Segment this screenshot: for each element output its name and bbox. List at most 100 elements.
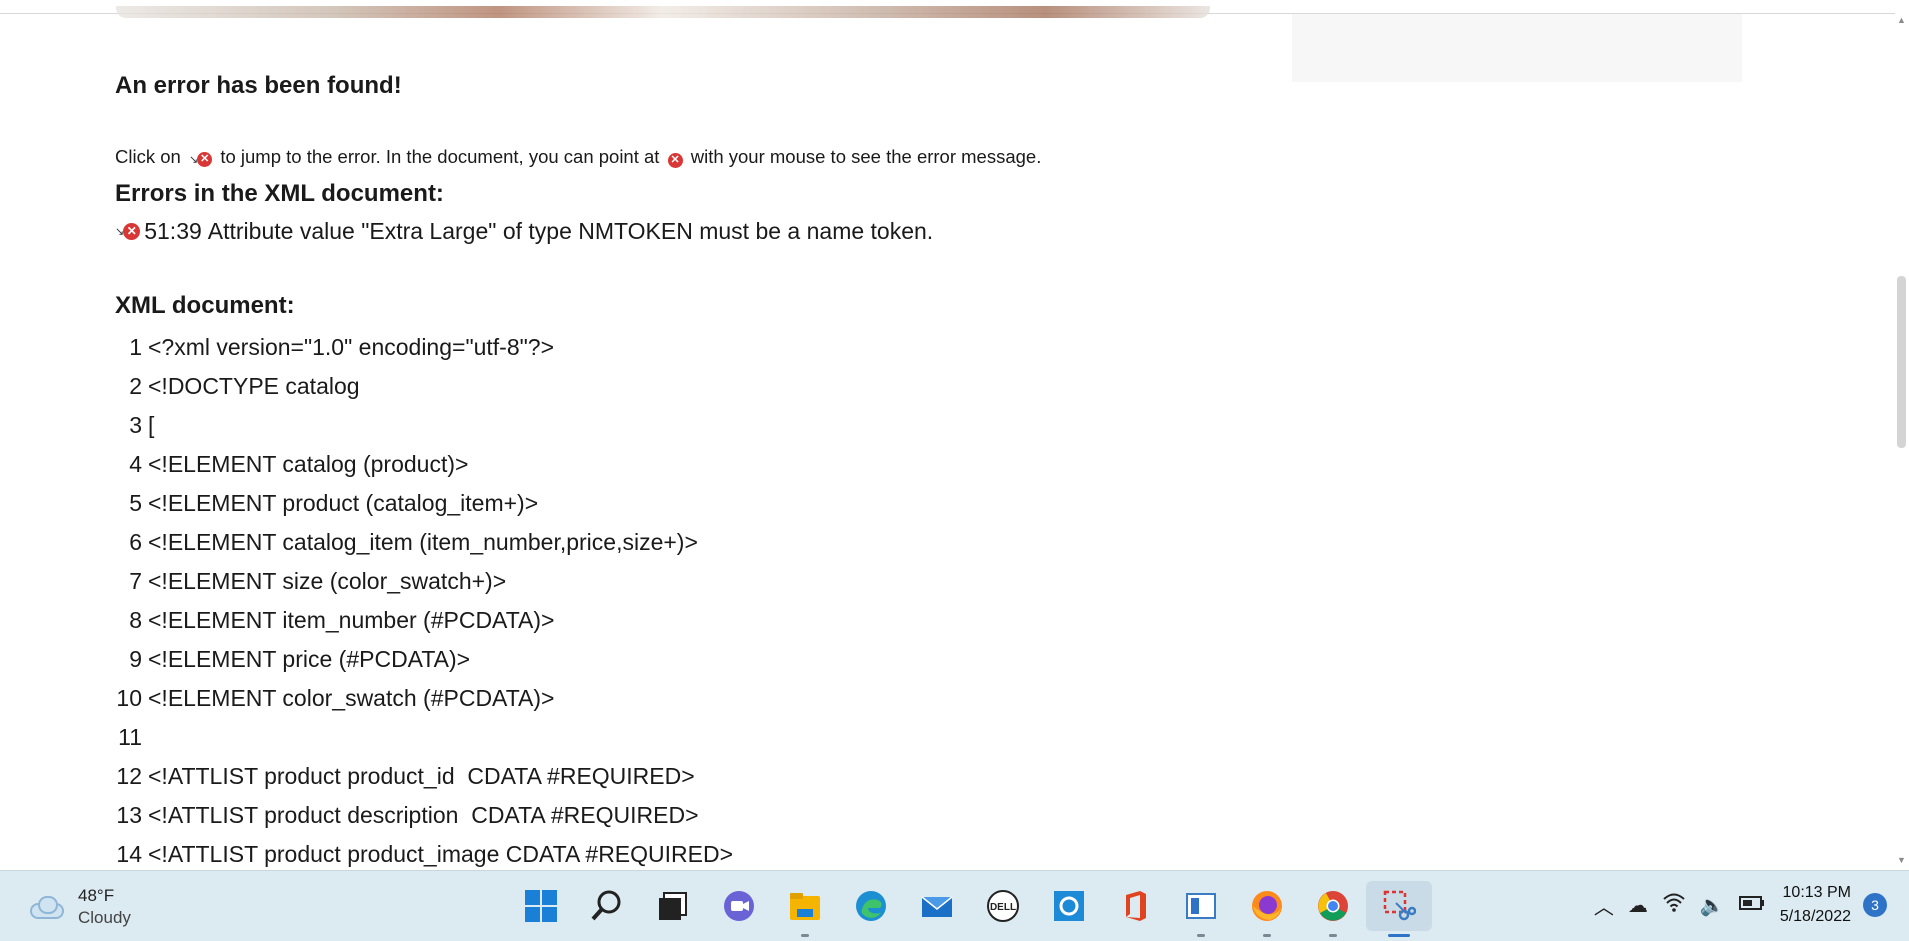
file-explorer-icon [786, 887, 824, 925]
line-number: 13 [116, 802, 142, 828]
wifi-icon[interactable] [1662, 892, 1686, 918]
start-button[interactable] [508, 881, 574, 931]
line-number: 7 [129, 568, 142, 594]
weather-condition: Cloudy [78, 908, 131, 927]
error-message: Attribute value "Extra Large" of type NM… [207, 218, 934, 244]
line-text: <!ATTLIST product description CDATA #REQ… [148, 802, 699, 828]
hint-text: Click on ↘ ✕ to jump to the error. In the… [115, 146, 1042, 168]
search-button[interactable] [574, 881, 640, 931]
line-text: <!ELEMENT price (#PCDATA)> [148, 646, 471, 672]
scroll-thumb[interactable] [1897, 276, 1906, 448]
code-line: 14 <!ATTLIST product product_image CDATA … [115, 835, 733, 874]
code-line: 8 <!ELEMENT item_number (#PCDATA)> [115, 601, 733, 640]
notification-badge[interactable]: 3 [1863, 893, 1887, 917]
office-button[interactable] [1102, 881, 1168, 931]
start-icon [522, 887, 560, 925]
line-number: 9 [129, 646, 142, 672]
scroll-down-arrow-icon[interactable]: ▼ [1897, 856, 1906, 865]
code-line: 3[ [115, 406, 733, 445]
code-line: 2 <!DOCTYPE catalog [115, 367, 733, 406]
cloud-icon [28, 895, 66, 919]
error-entry: ↘ ✕ 51:39 Attribute value "Extra Large" o… [115, 218, 933, 245]
line-number: 14 [116, 841, 142, 867]
show-hidden-icons-chevron-icon[interactable]: ︿ [1594, 891, 1614, 920]
line-number: 8 [129, 607, 142, 633]
line-number: 5 [129, 490, 142, 516]
line-number: 1 [129, 334, 142, 360]
line-text: <?xml version="1.0" encoding="utf-8"?> [148, 334, 555, 360]
firefox-button[interactable] [1234, 881, 1300, 937]
line-text: <!ELEMENT catalog_item (item_number,pric… [148, 529, 698, 555]
xml-document-heading: XML document: [115, 292, 295, 319]
line-number: 12 [116, 763, 142, 789]
notepad-button[interactable] [1168, 881, 1234, 937]
code-line: 10 <!ELEMENT color_swatch (#PCDATA)> [115, 679, 733, 718]
cortana-button[interactable] [1036, 881, 1102, 931]
weather-widget[interactable]: 48°F Cloudy [28, 885, 131, 929]
code-line: 12 <!ATTLIST product product_id CDATA #RE… [115, 757, 733, 796]
dell-icon: DELL [984, 887, 1022, 925]
line-text: <!ATTLIST product product_id CDATA #REQU… [148, 763, 695, 789]
weather-temperature: 48°F [78, 886, 115, 905]
chrome-button[interactable] [1300, 881, 1366, 937]
line-number: 4 [129, 451, 142, 477]
error-location: 51:39 [144, 218, 202, 244]
snipping-tool-button[interactable] [1366, 881, 1432, 937]
line-text: <!ELEMENT item_number (#PCDATA)> [148, 607, 555, 633]
line-number: 2 [129, 373, 142, 399]
line-text: <!ELEMENT color_swatch (#PCDATA)> [148, 685, 555, 711]
cortana-icon [1050, 887, 1088, 925]
task-view-icon [654, 887, 692, 925]
clock[interactable]: 10:13 PM 5/18/2022 [1780, 881, 1851, 929]
error-x-icon: ✕ [667, 153, 683, 168]
vertical-scrollbar[interactable]: ▲ ▼ [1895, 14, 1909, 870]
chrome-icon [1314, 887, 1352, 925]
svg-text:DELL: DELL [990, 902, 1016, 913]
line-number: 11 [118, 724, 142, 750]
line-text: <!ATTLIST product product_image CDATA #R… [148, 841, 734, 867]
taskbar: 48°F Cloudy DELL ︿ ☁ 🔈 10:13 PM 5/18/202… [0, 870, 1909, 941]
task-view-button[interactable] [640, 881, 706, 931]
line-number: 3 [129, 412, 142, 438]
teams-chat-icon [720, 887, 758, 925]
code-line: 11 [115, 718, 733, 757]
battery-icon[interactable] [1738, 894, 1765, 917]
office-icon [1116, 887, 1154, 925]
mail-button[interactable] [904, 881, 970, 931]
notepad-icon [1182, 887, 1220, 925]
xml-code-listing: 1 <?xml version="1.0" encoding="utf-8"?> 2… [115, 328, 733, 874]
line-text: <!ELEMENT product (catalog_item+)> [148, 490, 539, 516]
line-text: [ [148, 412, 155, 438]
file-explorer-button[interactable] [772, 881, 838, 937]
code-line: 13 <!ATTLIST product description CDATA #R… [115, 796, 733, 835]
snipping-tool-icon [1380, 887, 1418, 925]
onedrive-warning-icon[interactable]: ☁ [1628, 893, 1648, 918]
line-number: 6 [129, 529, 142, 555]
code-line: 5 <!ELEMENT product (catalog_item+)> [115, 484, 733, 523]
line-text: <!ELEMENT size (color_swatch+)> [148, 568, 507, 594]
edge-button[interactable] [838, 881, 904, 931]
volume-icon[interactable]: 🔈 [1700, 893, 1725, 918]
line-number: 10 [116, 685, 142, 711]
line-text: <!ELEMENT catalog (product)> [148, 451, 469, 477]
system-tray: ︿ ☁ 🔈 10:13 PM 5/18/2022 3 [1587, 881, 1887, 929]
code-line: 4 <!ELEMENT catalog (product)> [115, 445, 733, 484]
jump-to-error-icon: ↘ ✕ [189, 152, 213, 167]
errors-heading: Errors in the XML document: [115, 180, 444, 207]
error-heading: An error has been found! [115, 72, 402, 99]
clock-date: 5/18/2022 [1779, 908, 1851, 925]
clock-time: 10:13 PM [1782, 884, 1851, 901]
code-line: 6 <!ELEMENT catalog_item (item_number,pri… [115, 523, 733, 562]
taskbar-apps: DELL [508, 881, 1432, 937]
dell-button[interactable]: DELL [970, 881, 1036, 931]
search-icon [588, 887, 626, 925]
teams-chat-button[interactable] [706, 881, 772, 931]
banner-image-edge [116, 6, 1210, 18]
jump-to-error-link-icon[interactable]: ↘ ✕ [115, 223, 141, 240]
side-panel [1292, 14, 1742, 82]
mail-icon [918, 887, 956, 925]
firefox-icon [1248, 887, 1286, 925]
scroll-up-arrow-icon[interactable]: ▲ [1897, 16, 1906, 25]
code-line: 7 <!ELEMENT size (color_swatch+)> [115, 562, 733, 601]
line-text: <!DOCTYPE catalog [148, 373, 360, 399]
